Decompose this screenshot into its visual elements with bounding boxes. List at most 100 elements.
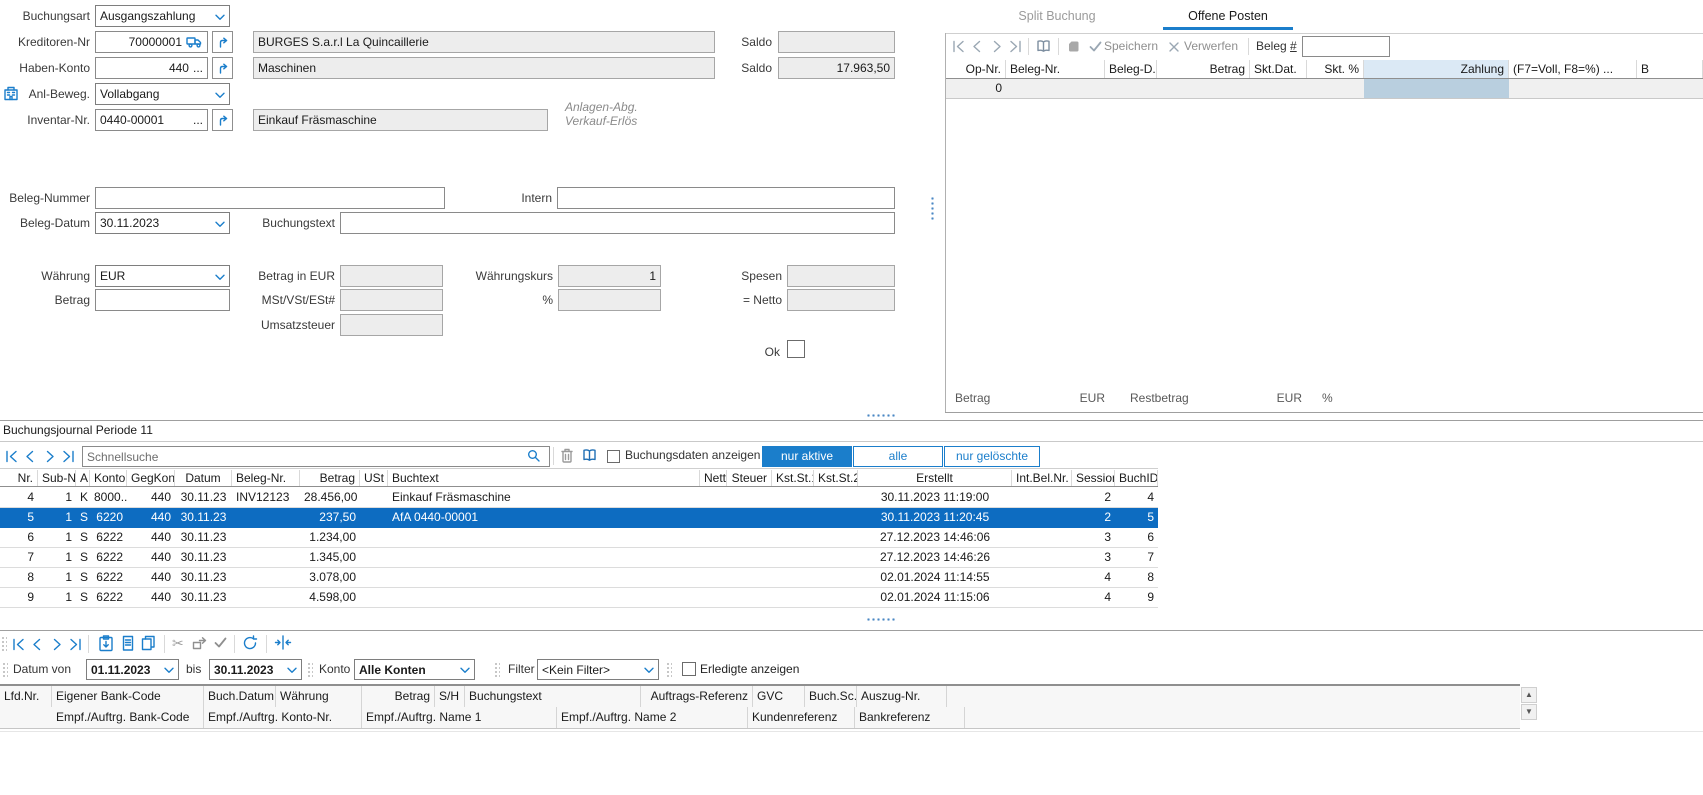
buchungsart-select[interactable]: Ausgangszahlung [95, 5, 230, 27]
filter-nur-geloeschte-button[interactable]: nur gelöschte [944, 446, 1040, 467]
verwerfen-button[interactable]: Verwerfen [1184, 39, 1238, 53]
chevron-down-icon[interactable] [287, 667, 297, 674]
first-page-icon[interactable] [5, 450, 18, 463]
filter-nur-aktive-button[interactable]: nur aktive [762, 446, 852, 467]
intern-input[interactable] [557, 187, 895, 209]
column-header[interactable]: Erstellt [858, 470, 1012, 486]
beleg-nummer-input[interactable] [95, 187, 445, 209]
column-header[interactable]: Währung [276, 686, 362, 707]
column-header[interactable]: Steuer [727, 470, 772, 486]
chevron-down-icon[interactable] [215, 274, 225, 281]
buchungstext-input[interactable] [340, 212, 895, 234]
column-header[interactable]: USt [360, 470, 388, 486]
beleg-datum-select[interactable]: 30.11.2023 [95, 212, 230, 234]
chevron-down-icon[interactable] [215, 221, 225, 228]
column-header[interactable]: A [76, 470, 90, 486]
first-record-icon[interactable] [952, 40, 965, 53]
column-header[interactable]: Int.Bel.Nr. [1012, 470, 1072, 486]
paste-clipboard-icon[interactable] [98, 635, 114, 652]
journal-row[interactable]: 51S622044030.11.23237,50AfA 0440-0000130… [0, 508, 1158, 528]
column-header[interactable]: Buch.Datum [204, 686, 276, 707]
journal-row[interactable]: 71S622244030.11.231.345,0027.12.2023 14:… [0, 548, 1158, 568]
last-record-icon[interactable] [69, 638, 82, 651]
column-header[interactable]: Betrag [300, 470, 360, 486]
column-header[interactable]: Op-Nr. [946, 60, 1006, 78]
column-header[interactable]: Lfd.Nr. [0, 686, 52, 707]
first-record-icon[interactable] [12, 638, 25, 651]
next-record-icon[interactable] [990, 40, 1003, 53]
journal-row[interactable]: 41K8000...44030.11.23INV1212328.456,00Ei… [0, 488, 1158, 508]
scrollbar-down-button[interactable]: ▼ [1521, 704, 1537, 720]
column-header[interactable]: Beleg-Nr. [232, 470, 300, 486]
column-header[interactable]: Buchtext [388, 470, 700, 486]
column-header[interactable]: Empf./Auftrg. Name 1 [362, 707, 557, 728]
kreditoren-jump-button[interactable] [212, 31, 233, 53]
next-record-icon[interactable] [50, 638, 63, 651]
save-check-icon[interactable] [1089, 41, 1102, 52]
journal-row[interactable]: 91S622244030.11.234.598,0002.01.2024 11:… [0, 588, 1158, 608]
delete-trash-icon[interactable] [560, 448, 574, 463]
datum-von-select[interactable]: 01.11.2023 [86, 659, 179, 680]
column-header[interactable]: GVC [753, 686, 805, 707]
filter-select[interactable]: <Kein Filter> [537, 659, 659, 680]
haben-konto-input[interactable]: 440 ... [95, 57, 208, 79]
bis-select[interactable]: 30.11.2023 [209, 659, 302, 680]
offene-posten-row[interactable]: 0 [946, 79, 1703, 99]
inventar-jump-button[interactable] [212, 109, 233, 131]
previous-record-icon[interactable] [31, 638, 44, 651]
column-header[interactable]: Kundenreferenz [748, 707, 855, 728]
chevron-down-icon[interactable] [460, 667, 470, 674]
split-view-icon[interactable] [274, 635, 292, 650]
journal-row[interactable]: 81S622244030.11.233.078,0002.01.2024 11:… [0, 568, 1158, 588]
confirm-check-icon[interactable] [214, 637, 227, 648]
scrollbar-up-button[interactable]: ▲ [1521, 687, 1537, 703]
vendor-truck-icon[interactable] [186, 36, 203, 48]
discard-x-icon[interactable] [1168, 41, 1180, 53]
column-header[interactable]: Sub-Nr. [38, 470, 76, 486]
search-input[interactable]: Schnellsuche [82, 446, 550, 467]
haben-konto-jump-button[interactable] [212, 57, 233, 79]
column-header[interactable]: Auszug-Nr. [857, 686, 947, 707]
konto-select[interactable]: Alle Konten [354, 659, 475, 680]
column-header[interactable]: Empf./Auftrg. Konto-Nr. [204, 707, 362, 728]
erledigte-checkbox[interactable] [682, 662, 696, 676]
buchungsdaten-checkbox[interactable] [607, 450, 620, 463]
column-header[interactable]: Beleg-D... [1105, 60, 1157, 78]
column-header[interactable]: Datum [175, 470, 232, 486]
horizontal-splitter-handle-2[interactable] [866, 617, 896, 622]
column-header[interactable]: Zahlung [1364, 60, 1509, 78]
filter-grip[interactable] [666, 662, 672, 677]
previous-page-icon[interactable] [24, 450, 37, 463]
inventar-input[interactable]: 0440-00001 ... [95, 109, 208, 131]
last-page-icon[interactable] [62, 450, 75, 463]
next-page-icon[interactable] [43, 450, 56, 463]
column-header[interactable]: Skt.Dat. [1250, 60, 1307, 78]
column-header[interactable]: Kst.St.1 [772, 470, 814, 486]
chevron-down-icon[interactable] [644, 667, 654, 674]
horizontal-splitter-handle[interactable] [866, 413, 896, 418]
chevron-down-icon[interactable] [215, 14, 225, 21]
column-header[interactable]: Nr. [0, 470, 38, 486]
column-header[interactable]: Betrag [362, 686, 435, 707]
import-icon[interactable] [192, 636, 207, 650]
toolbar-grip[interactable] [1, 636, 7, 652]
column-header[interactable]: BuchID [1115, 470, 1158, 486]
copy-icon[interactable] [141, 635, 156, 651]
column-header[interactable]: Skt. % [1307, 60, 1364, 78]
column-header[interactable]: GegKonto [127, 470, 175, 486]
column-header[interactable]: Kst.St.2 [814, 470, 858, 486]
column-header[interactable]: Auftrags-Referenz [641, 686, 753, 707]
waehrung-select[interactable]: EUR [95, 265, 230, 287]
journal-book-icon[interactable] [582, 448, 597, 462]
previous-record-icon[interactable] [971, 40, 984, 53]
column-header[interactable]: B [1637, 60, 1703, 78]
beleg-nr-input[interactable] [1302, 36, 1390, 57]
column-header[interactable]: Buchungstext [465, 686, 641, 707]
column-header[interactable]: Beleg-Nr. [1006, 60, 1105, 78]
column-header[interactable]: S/H [435, 686, 465, 707]
speichern-button[interactable]: Speichern [1104, 39, 1158, 53]
column-header[interactable]: Netto [700, 470, 727, 486]
column-header[interactable]: (F7=Voll, F8=%) ... [1509, 60, 1637, 78]
last-record-icon[interactable] [1009, 40, 1022, 53]
column-header[interactable]: Empf./Auftrg. Name 2 [557, 707, 748, 728]
